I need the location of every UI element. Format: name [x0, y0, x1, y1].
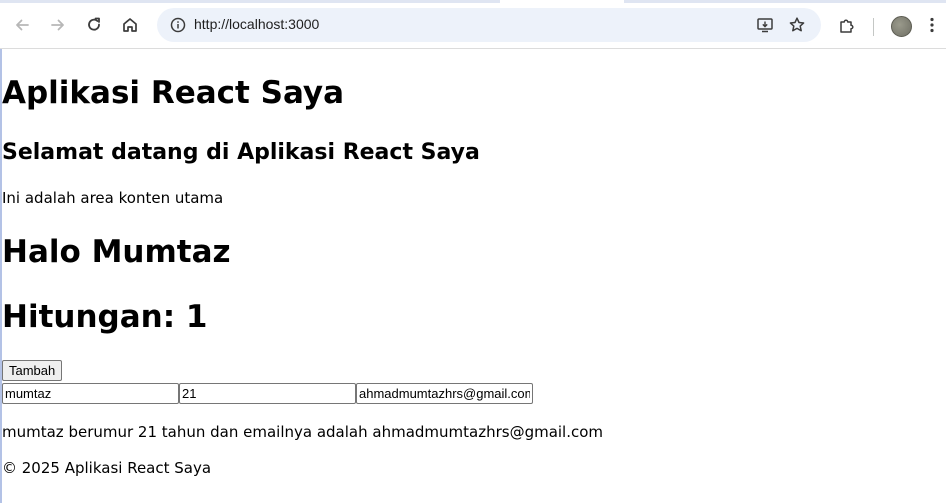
address-bar[interactable]: http://localhost:3000 [157, 8, 821, 42]
name-input[interactable] [2, 383, 179, 404]
browser-menu-button[interactable] [918, 9, 946, 41]
puzzle-icon [840, 19, 854, 33]
url-text[interactable]: http://localhost:3000 [194, 16, 319, 32]
counter-heading: Hitungan: 1 [2, 299, 208, 335]
kebab-menu-icon [930, 17, 934, 33]
avatar[interactable] [891, 16, 912, 37]
summary-text: mumtaz berumur 21 tahun dan emailnya ada… [2, 423, 604, 441]
toolbar-separator [873, 18, 874, 36]
home-button[interactable] [114, 9, 146, 41]
add-button[interactable]: Tambah [2, 360, 63, 381]
forward-button[interactable] [42, 9, 74, 41]
footer-text: © 2025 Aplikasi React Saya [2, 459, 212, 477]
content-text: Ini adalah area konten utama [2, 189, 224, 207]
welcome-heading: Selamat datang di Aplikasi React Saya [2, 140, 480, 165]
install-app-icon [757, 18, 773, 33]
home-icon [123, 18, 137, 32]
arrow-left-icon [16, 19, 29, 31]
email-input[interactable] [356, 383, 533, 404]
page-content: Aplikasi React Saya Selamat datang di Ap… [0, 49, 946, 503]
page-title: Aplikasi React Saya [2, 75, 345, 111]
extensions-button[interactable] [831, 9, 863, 41]
arrow-right-icon [51, 19, 64, 31]
age-input[interactable] [179, 383, 356, 404]
reload-button[interactable] [78, 9, 110, 41]
install-app-button[interactable] [750, 10, 780, 40]
back-button[interactable] [6, 9, 38, 41]
bookmark-button[interactable] [782, 10, 812, 40]
site-info-button[interactable] [163, 10, 193, 40]
reload-icon [88, 17, 100, 31]
star-icon [789, 17, 805, 32]
info-icon [170, 17, 186, 33]
greeting-heading: Halo Mumtaz [2, 234, 231, 270]
browser-toolbar: http://localhost:3000 [0, 3, 946, 49]
